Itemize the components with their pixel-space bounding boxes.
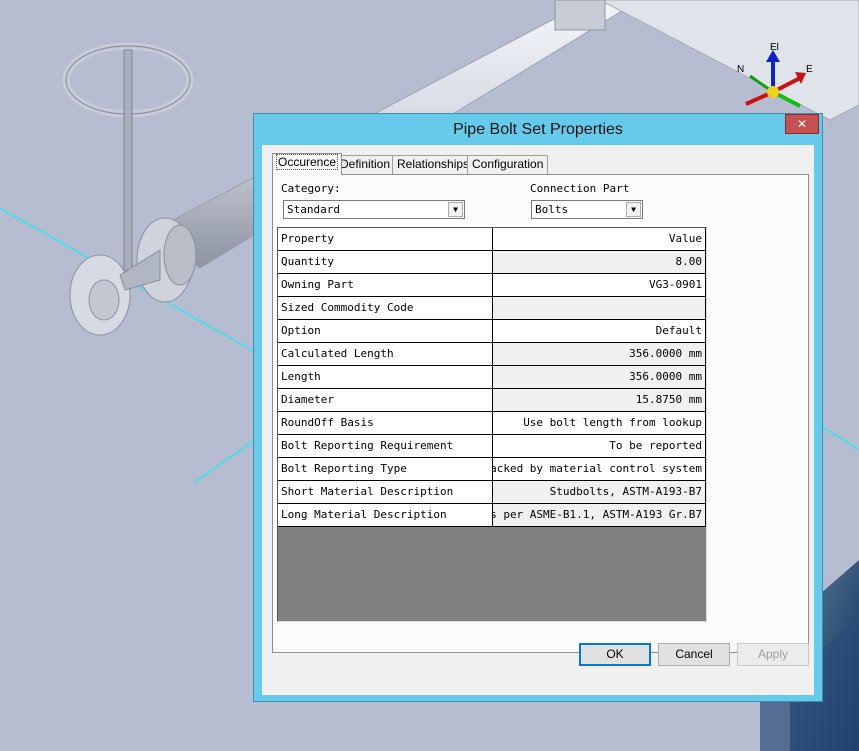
property-value[interactable]: Default [493,320,706,343]
dialog-client-area: Occurence Definition Relationships Confi… [262,145,814,695]
tab-label: Configuration [472,157,544,171]
tab-label: Relationships [397,157,470,171]
pipe-fitting [554,0,606,31]
property-name: Owning Part [278,274,493,297]
close-icon: ✕ [796,117,808,131]
cancel-button[interactable]: Cancel [658,643,730,666]
reference-line [194,439,256,483]
category-label: Category: [281,182,341,195]
tab-label: Occurence [275,154,339,170]
pipe [599,0,859,121]
property-name: Length [278,366,493,389]
property-name: Calculated Length [278,343,493,366]
property-value: 356.0000 mm [493,343,706,366]
pipe-bolt-set-properties-dialog: Pipe Bolt Set Properties ✕ Occurence Def… [253,113,823,702]
property-name: Quantity [278,251,493,274]
tab-configuration[interactable]: Configuration [467,155,549,174]
property-value: ries per ASME-B1.1, ASTM-A193 Gr.B7 [493,504,706,527]
grid-header-row: Property Value [278,228,706,251]
property-value: 8.00 [493,251,706,274]
tab-definition[interactable]: Definition [335,155,396,174]
property-name: Diameter [278,389,493,412]
occurence-panel: Category: Standard ▼ Connection Part Bol… [272,174,809,653]
category-value: Standard [287,203,340,216]
table-row[interactable]: Long Material Description ries per ASME-… [278,504,706,527]
property-value: 15.8750 mm [493,389,706,412]
property-value[interactable]: VG3-0901 [493,274,706,297]
table-row[interactable]: Calculated Length 356.0000 mm [278,343,706,366]
chevron-down-icon[interactable]: ▼ [448,202,463,217]
property-name: Option [278,320,493,343]
connection-part-label: Connection Part [530,182,630,195]
category-dropdown[interactable]: Standard ▼ [283,200,465,219]
property-value: Studbolts, ASTM-A193-B7 [493,481,706,504]
property-name: RoundOff Basis [278,412,493,435]
property-value[interactable]: Use bolt length from lookup [493,412,706,435]
reference-line [819,424,859,451]
table-row[interactable]: RoundOff Basis Use bolt length from look… [278,412,706,435]
property-value[interactable]: To be reported [493,435,706,458]
property-value [493,297,706,320]
dialog-titlebar[interactable]: Pipe Bolt Set Properties ✕ [254,114,822,144]
property-value: 356.0000 mm [493,366,706,389]
ok-button[interactable]: OK [579,643,651,666]
tab-label: Definition [340,157,391,171]
table-row[interactable]: Short Material Description Studbolts, AS… [278,481,706,504]
compass-label-up: El [770,42,779,53]
apply-button[interactable]: Apply [737,643,809,666]
properties-grid: Property Value Quantity 8.00 Owning Part… [277,227,707,622]
property-name: Bolt Reporting Type [278,458,493,481]
table-row[interactable]: Length 356.0000 mm [278,366,706,389]
grid-header-property: Property [278,228,493,251]
property-value[interactable]: tracked by material control system [493,458,706,481]
property-name: Short Material Description [278,481,493,504]
tab-relationships[interactable]: Relationships [392,155,475,174]
close-button[interactable]: ✕ [785,114,819,134]
tab-occurence[interactable]: Occurence [272,153,343,175]
table-row[interactable]: Quantity 8.00 [278,251,706,274]
table-row[interactable]: Option Default [278,320,706,343]
property-name: Sized Commodity Code [278,297,493,320]
dialog-title: Pipe Bolt Set Properties [453,121,623,138]
valve-stem [123,49,133,271]
table-row[interactable]: Owning Part VG3-0901 [278,274,706,297]
connection-part-dropdown[interactable]: Bolts ▼ [531,200,643,219]
connection-part-value: Bolts [535,203,569,216]
compass-label-east: E [806,64,813,75]
table-row[interactable]: Sized Commodity Code [278,297,706,320]
compass-label-north: N [737,64,744,75]
grid-header-value: Value [493,228,706,251]
table-row[interactable]: Bolt Reporting Type tracked by material … [278,458,706,481]
table-row[interactable]: Bolt Reporting Requirement To be reporte… [278,435,706,458]
property-name: Long Material Description [278,504,493,527]
chevron-down-icon[interactable]: ▼ [626,202,641,217]
property-name: Bolt Reporting Requirement [278,435,493,458]
table-row[interactable]: Diameter 15.8750 mm [278,389,706,412]
